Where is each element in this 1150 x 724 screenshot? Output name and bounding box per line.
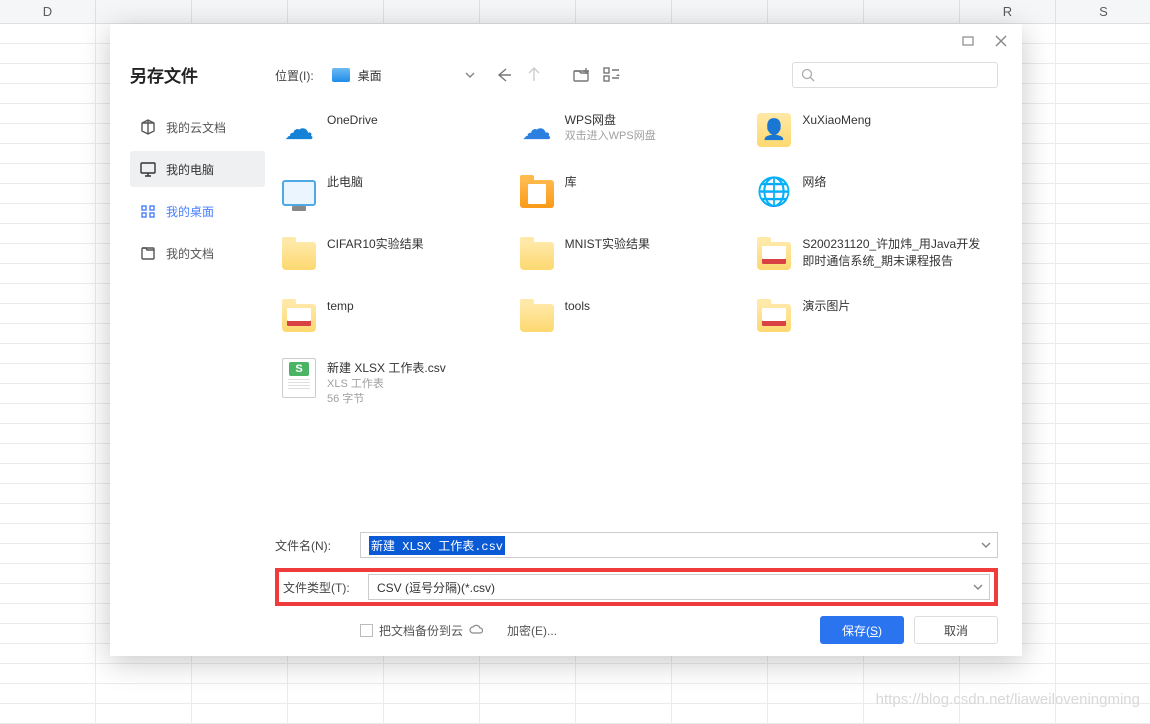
sidebar-label: 我的云文档 [166, 119, 226, 136]
pc-icon [140, 161, 156, 177]
search-icon [801, 68, 815, 82]
save-button[interactable]: 保存(S) [820, 616, 904, 644]
file-item-name: XuXiaoMeng [802, 112, 871, 129]
cloud-doc-icon [140, 119, 156, 135]
backup-checkbox[interactable] [360, 624, 373, 637]
file-item-name: 演示图片 [802, 298, 850, 315]
file-grid: ☁ OneDrive ☁ WPS网盘双击进入WPS网盘 👤 XuXiaoMeng 此电脑 库 🌐… [275, 108, 998, 524]
sidebar-item-cloud-docs[interactable]: 我的云文档 [130, 109, 265, 145]
wps-cloud-icon: ☁ [519, 112, 555, 148]
file-item-name: 新建 XLSX 工作表.csv [327, 360, 446, 377]
file-item[interactable]: 此电脑 [281, 174, 519, 218]
filetype-value: CSV (逗号分隔)(*.csv) [377, 579, 495, 596]
file-item-sub: 双击进入WPS网盘 [565, 129, 656, 144]
col-header[interactable]: R [960, 0, 1056, 23]
file-item[interactable]: MNIST实验结果 [519, 236, 757, 280]
onedrive-icon: ☁ [281, 112, 317, 148]
dialog-bottom-form: 文件名(N): 新建 XLSX 工作表.csv 文件类型(T): CSV (逗号… [275, 524, 998, 656]
this-pc-icon [281, 174, 317, 210]
user-folder-icon: 👤 [756, 112, 792, 148]
col-header[interactable]: D [0, 0, 96, 23]
location-label: 位置(I): [275, 67, 314, 84]
close-icon[interactable] [994, 34, 1008, 48]
file-item[interactable]: tools [519, 298, 757, 342]
file-item[interactable]: 🌐 网络 [756, 174, 994, 218]
file-item[interactable]: ☁ OneDrive [281, 112, 519, 156]
sidebar-label: 我的电脑 [166, 161, 214, 178]
file-item-name: S200231120_许加炜_用Java开发即时通信系统_期末课程报告 [802, 236, 984, 270]
sidebar-item-desktop[interactable]: 我的桌面 [130, 193, 265, 229]
file-item[interactable]: S200231120_许加炜_用Java开发即时通信系统_期末课程报告 [756, 236, 994, 280]
dialog-toolbar: 位置(I): 桌面 [275, 58, 998, 92]
dialog-title: 另存文件 [130, 62, 265, 87]
folder-pdf-icon [756, 236, 792, 272]
docs-icon [140, 245, 156, 261]
watermark-text: https://blog.csdn.net/liaweiloveningming [876, 691, 1140, 708]
new-folder-icon[interactable] [572, 65, 592, 85]
encrypt-link[interactable]: 加密(E)... [507, 622, 557, 639]
back-icon[interactable] [494, 65, 514, 85]
sidebar-label: 我的桌面 [166, 203, 214, 220]
up-icon[interactable] [524, 65, 544, 85]
desktop-drive-icon [332, 68, 350, 82]
file-item-sub2: 56 字节 [327, 392, 446, 407]
library-icon [519, 174, 555, 210]
location-select[interactable]: 桌面 [324, 62, 484, 88]
view-options-icon[interactable] [602, 65, 622, 85]
filename-value: 新建 XLSX 工作表.csv [369, 536, 505, 555]
backup-checkbox-wrap[interactable]: 把文档备份到云 [360, 622, 483, 639]
dialog-sidebar: 另存文件 我的云文档 我的电脑 我的桌面 我的文档 [110, 58, 265, 656]
file-item-name: 此电脑 [327, 174, 363, 191]
file-item[interactable]: 库 [519, 174, 757, 218]
search-input[interactable] [815, 68, 989, 82]
filetype-select[interactable]: CSV (逗号分隔)(*.csv) [368, 574, 990, 600]
file-item-name: tools [565, 298, 590, 315]
folder-pdf-icon [756, 298, 792, 334]
cloud-icon [469, 623, 483, 637]
search-box[interactable] [792, 62, 998, 88]
file-item[interactable]: ☁ WPS网盘双击进入WPS网盘 [519, 112, 757, 156]
chevron-down-icon [973, 582, 983, 592]
col-header[interactable]: S [1056, 0, 1150, 23]
file-item-name: CIFAR10实验结果 [327, 236, 424, 253]
sidebar-label: 我的文档 [166, 245, 214, 262]
chevron-down-icon [464, 69, 476, 81]
filetype-label: 文件类型(T): [283, 579, 368, 596]
folder-pdf-icon [281, 298, 317, 334]
file-item-name: MNIST实验结果 [565, 236, 650, 253]
csv-icon [281, 360, 317, 396]
filename-label: 文件名(N): [275, 537, 360, 554]
location-value: 桌面 [358, 67, 382, 84]
file-item-sub: XLS 工作表 [327, 377, 446, 392]
sidebar-item-my-docs[interactable]: 我的文档 [130, 235, 265, 271]
dialog-titlebar [110, 24, 1022, 58]
file-item-name: 网络 [802, 174, 826, 191]
filetype-highlight: 文件类型(T): CSV (逗号分隔)(*.csv) [275, 568, 998, 606]
file-item-name: temp [327, 298, 354, 315]
filename-input[interactable]: 新建 XLSX 工作表.csv [360, 532, 998, 558]
file-item-name: 库 [565, 174, 577, 191]
save-as-dialog: 另存文件 我的云文档 我的电脑 我的桌面 我的文档 位置(I): [110, 24, 1022, 656]
folder-icon [281, 236, 317, 272]
file-item[interactable]: CIFAR10实验结果 [281, 236, 519, 280]
file-item[interactable]: 新建 XLSX 工作表.csvXLS 工作表56 字节 [281, 360, 519, 408]
desktop-icon [140, 203, 156, 219]
minimize-icon[interactable] [962, 34, 976, 48]
folder-icon [519, 298, 555, 334]
file-item-name: WPS网盘 [565, 112, 656, 129]
column-headers: D R S [0, 0, 1150, 24]
chevron-down-icon [981, 540, 991, 550]
file-item[interactable]: temp [281, 298, 519, 342]
sidebar-item-my-pc[interactable]: 我的电脑 [130, 151, 265, 187]
file-item[interactable]: 👤 XuXiaoMeng [756, 112, 994, 156]
backup-label: 把文档备份到云 [379, 622, 463, 639]
file-item-name: OneDrive [327, 112, 378, 129]
file-item[interactable]: 演示图片 [756, 298, 994, 342]
folder-icon [519, 236, 555, 272]
network-icon: 🌐 [756, 174, 792, 210]
cancel-button[interactable]: 取消 [914, 616, 998, 644]
